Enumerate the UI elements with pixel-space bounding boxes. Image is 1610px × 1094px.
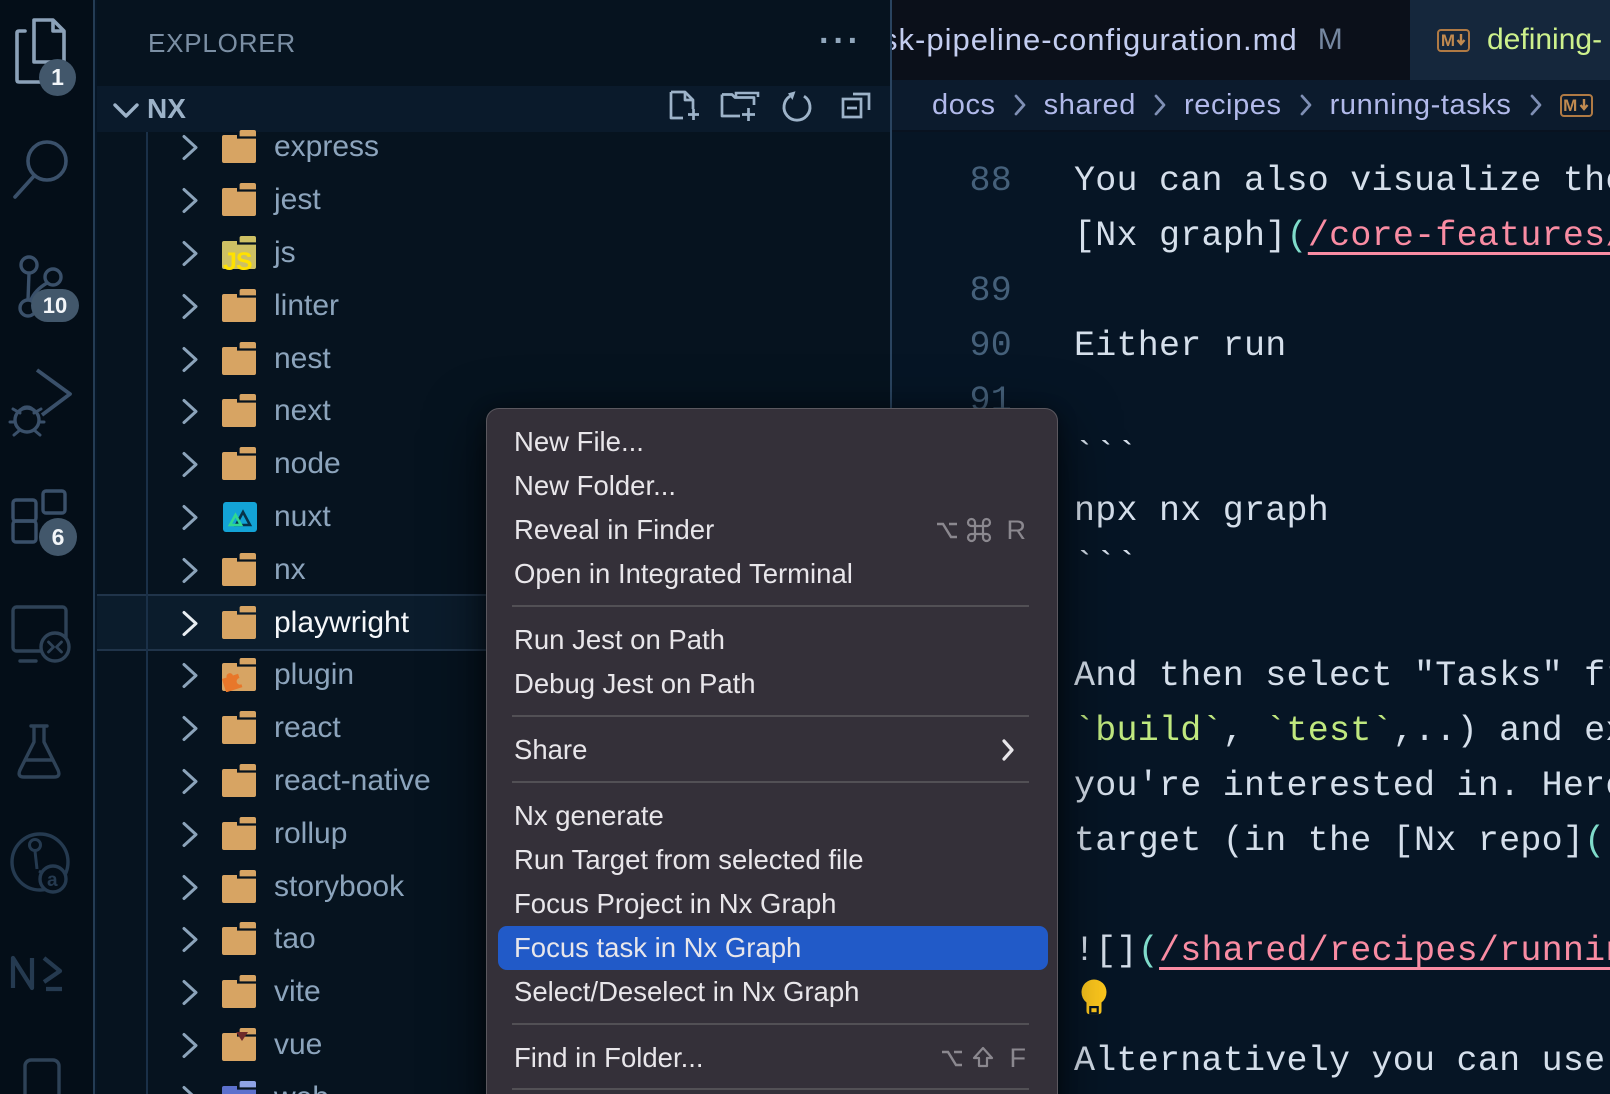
svg-text:a: a: [47, 870, 58, 891]
